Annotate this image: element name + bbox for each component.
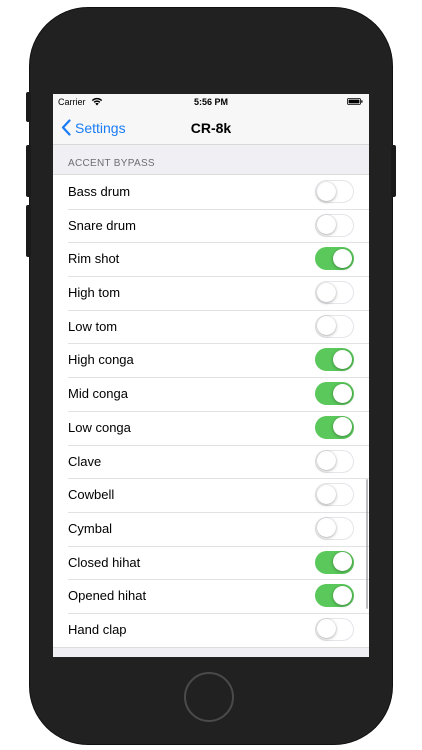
toggle-switch[interactable]: [315, 281, 354, 305]
row-label: Snare drum: [68, 217, 136, 233]
toggle-knob: [332, 383, 352, 403]
status-bar: Carrier 5:56 PM: [53, 94, 369, 110]
toggle-knob: [316, 451, 336, 470]
settings-list: Bass drum Snare drum Rim shot High tom Low t…: [53, 174, 369, 648]
toggle-switch[interactable]: [315, 213, 354, 237]
toggle-switch[interactable]: [315, 483, 354, 507]
toggle-switch[interactable]: [315, 314, 354, 338]
list-item: Low conga: [53, 410, 369, 445]
row-label: Opened hihat: [68, 588, 147, 604]
toggle-knob: [332, 585, 352, 605]
volume-down-button: [26, 205, 31, 257]
toggle-switch[interactable]: [315, 449, 354, 473]
toggle-switch[interactable]: [315, 516, 354, 540]
navigation-bar: Settings CR-8k: [53, 110, 369, 145]
toggle-switch[interactable]: [315, 348, 354, 372]
list-item: Mid conga: [53, 377, 369, 411]
row-label: Cowbell: [68, 487, 115, 503]
toggle-knob: [332, 248, 352, 268]
row-label: High conga: [68, 352, 134, 368]
toggle-switch[interactable]: [315, 584, 354, 608]
toggle-knob: [332, 417, 352, 437]
list-item: Snare drum: [53, 208, 369, 243]
row-label: Low conga: [68, 419, 131, 435]
row-label: Bass drum: [68, 184, 131, 199]
toggle-switch[interactable]: [315, 247, 354, 271]
list-item: Bass drum: [53, 175, 369, 209]
toggle-switch[interactable]: [315, 617, 354, 641]
row-label: Closed hihat: [68, 554, 141, 570]
row-label: Rim shot: [68, 251, 120, 267]
list-item: Low tom: [53, 309, 369, 344]
row-label: Mid conga: [68, 386, 128, 402]
section-header: ACCENT BYPASS: [68, 158, 155, 169]
row-label: Cymbal: [68, 520, 113, 536]
list-item: Cymbal: [53, 511, 369, 546]
toggle-knob: [316, 484, 336, 504]
row-label: Hand clap: [68, 621, 127, 637]
list-item: Cowbell: [53, 478, 369, 512]
power-button: [391, 145, 396, 197]
list-item: Clave: [53, 444, 369, 479]
battery-icon: [347, 98, 363, 105]
row-label: Clave: [68, 453, 102, 469]
row-label: Low tom: [68, 318, 118, 334]
home-button[interactable]: [184, 672, 234, 722]
toggle-switch[interactable]: [315, 550, 354, 574]
list-item: Closed hihat: [53, 545, 369, 580]
list-item: High conga: [53, 343, 369, 377]
toggle-knob: [316, 181, 336, 201]
row-label: High tom: [68, 285, 121, 301]
toggle-knob: [316, 619, 336, 639]
screen: Carrier 5:56 PM Settings CR-8k ACCENT BY…: [53, 94, 369, 657]
list-item: Rim shot: [53, 242, 369, 276]
toggle-switch[interactable]: [315, 415, 354, 439]
toggle-knob: [316, 518, 336, 538]
toggle-knob: [332, 552, 352, 572]
mute-switch: [26, 92, 31, 122]
volume-up-button: [26, 145, 31, 197]
status-time: 5:56 PM: [193, 97, 228, 107]
toggle-switch[interactable]: [315, 180, 354, 203]
list-item: Hand clap: [53, 612, 369, 647]
list-item: High tom: [53, 276, 369, 310]
page-title: CR-8k: [190, 120, 232, 136]
toggle-switch[interactable]: [315, 382, 354, 406]
toggle-knob: [316, 215, 336, 235]
toggle-knob: [332, 349, 352, 369]
list-item: Opened hihat: [53, 579, 369, 613]
scrollbar[interactable]: [366, 479, 368, 609]
toggle-knob: [316, 316, 336, 336]
toggle-knob: [316, 282, 336, 302]
